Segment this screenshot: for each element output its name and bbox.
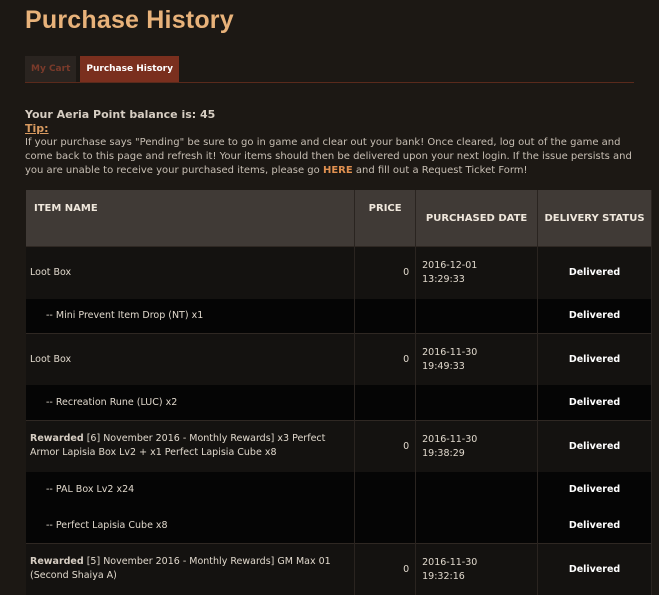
sub-item-name: -- Perfect Lapisia Cube x8 (26, 507, 356, 544)
delivery-status: Delivered (537, 507, 652, 544)
tip-text: If your purchase says "Pending" be sure … (25, 136, 645, 178)
tip-text-after: and fill out a Request Ticket Form! (352, 165, 528, 176)
delivery-status: Delivered (537, 420, 652, 472)
sub-item-name: -- Mini Prevent Item Drop (NT) x1 (26, 298, 356, 334)
sub-item-name: -- Recreation Rune (LUC) x2 (26, 384, 356, 421)
sub-item-price (354, 384, 417, 421)
item-name: Loot Box (26, 333, 356, 385)
rewarded-tag: Rewarded (30, 556, 84, 568)
item-name: Rewarded [6] November 2016 - Monthly Rew… (26, 420, 356, 472)
ticket-form-link[interactable]: HERE (323, 165, 353, 176)
purchase-date: 2016-11-30 19:49:33 (415, 333, 539, 385)
sub-item-price (354, 507, 417, 544)
table-header-row: ITEM NAME PRICE PURCHASED DATE DELIVERY … (26, 190, 652, 247)
purchase-date: 2016-11-30 19:38:29 (415, 420, 539, 472)
sub-item-date (415, 384, 539, 421)
sub-item-date (415, 507, 539, 544)
page-title: Purchase History (25, 6, 234, 34)
header-purchased-date: PURCHASED DATE (415, 190, 539, 247)
item-price: 0 (354, 333, 417, 385)
tab-purchase-history[interactable]: Purchase History (80, 56, 179, 82)
purchase-date: 2016-11-30 19:32:16 (415, 543, 539, 595)
purchase-date-time: 19:49:33 (422, 361, 465, 372)
purchase-date: 2016-12-01 13:29:33 (415, 246, 539, 299)
sub-item-price (354, 298, 417, 334)
tab-my-cart[interactable]: My Cart (25, 56, 77, 82)
table-row: -- Perfect Lapisia Cube x8 Delivered (26, 507, 652, 544)
purchase-date-day: 2016-11-30 (422, 434, 478, 445)
table-row: Loot Box 0 2016-12-01 13:29:33 Delivered (26, 246, 652, 299)
sub-item-date (415, 471, 539, 508)
item-name-text: Loot Box (30, 267, 72, 279)
header-item-name: ITEM NAME (26, 190, 356, 247)
table-row: Rewarded [5] November 2016 - Monthly Rew… (26, 543, 652, 595)
table-row: -- Mini Prevent Item Drop (NT) x1 Delive… (26, 298, 652, 334)
delivery-status: Delivered (537, 246, 652, 299)
point-balance: Your Aeria Point balance is: 45 (25, 108, 216, 121)
purchase-date-time: 19:38:29 (422, 448, 465, 459)
item-price: 0 (354, 246, 417, 299)
item-name: Loot Box (26, 246, 356, 299)
item-price: 0 (354, 543, 417, 595)
delivery-status: Delivered (537, 471, 652, 508)
delivery-status: Delivered (537, 384, 652, 421)
purchase-date-day: 2016-11-30 (422, 347, 478, 358)
purchase-history-table: ITEM NAME PRICE PURCHASED DATE DELIVERY … (26, 190, 652, 595)
sub-item-name: -- PAL Box Lv2 x24 (26, 471, 356, 508)
purchase-date-day: 2016-12-01 (422, 260, 478, 271)
purchase-date-time: 19:32:16 (422, 571, 465, 582)
tip-label: Tip: (25, 122, 49, 135)
delivery-status: Delivered (537, 333, 652, 385)
tab-bar: My Cart Purchase History (25, 56, 179, 82)
delivery-status: Delivered (537, 298, 652, 334)
table-row: Loot Box 0 2016-11-30 19:49:33 Delivered (26, 333, 652, 385)
sub-item-date (415, 298, 539, 334)
delivery-status: Delivered (537, 543, 652, 595)
table-row: Rewarded [6] November 2016 - Monthly Rew… (26, 420, 652, 472)
header-delivery-status: DELIVERY STATUS (537, 190, 652, 247)
item-name-text: Loot Box (30, 353, 72, 365)
item-price: 0 (354, 420, 417, 472)
header-price: PRICE (354, 190, 417, 247)
item-name: Rewarded [5] November 2016 - Monthly Rew… (26, 543, 356, 595)
table-row: -- Recreation Rune (LUC) x2 Delivered (26, 384, 652, 421)
purchase-date-time: 13:29:33 (422, 274, 465, 285)
purchase-date-day: 2016-11-30 (422, 557, 478, 568)
rewarded-tag: Rewarded (30, 433, 84, 445)
sub-item-price (354, 471, 417, 508)
tab-divider (25, 82, 634, 83)
table-row: -- PAL Box Lv2 x24 Delivered (26, 471, 652, 508)
